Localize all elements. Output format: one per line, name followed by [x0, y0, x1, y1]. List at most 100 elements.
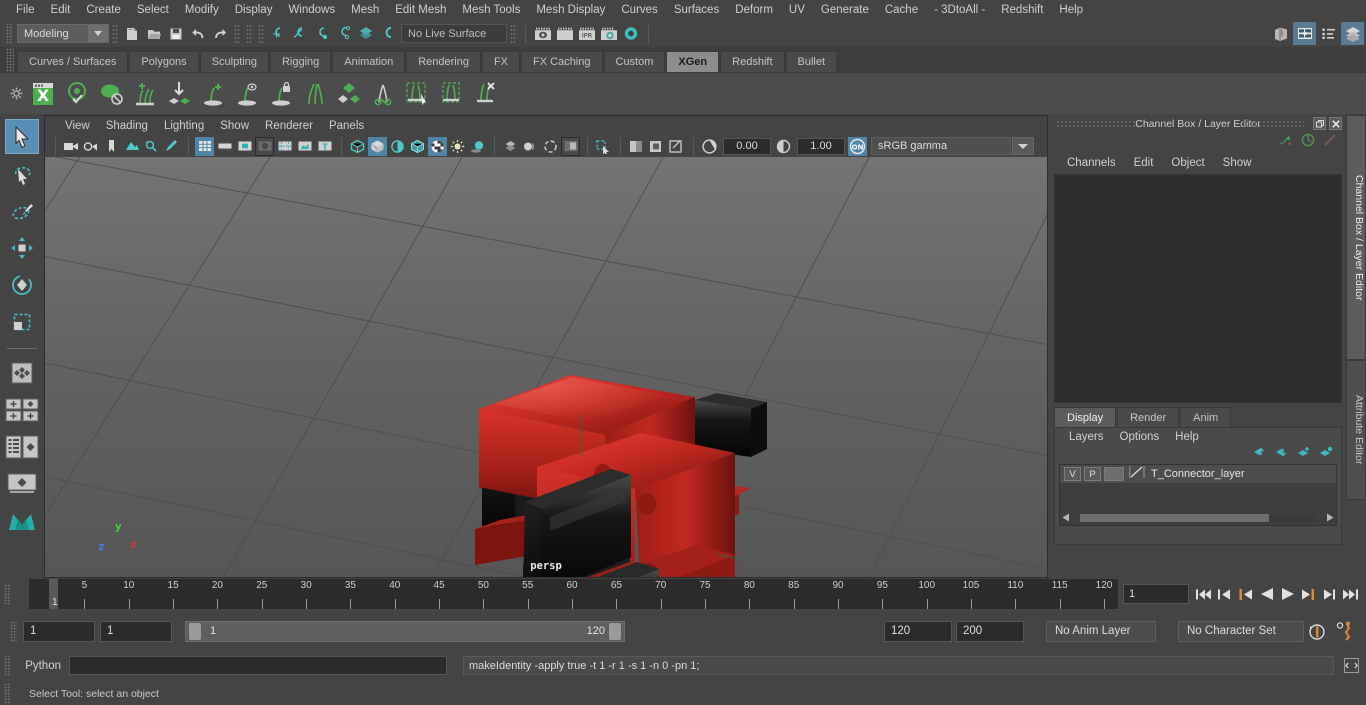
paint-select-tool[interactable] — [5, 193, 39, 228]
gamma-value[interactable]: 1.00 — [797, 137, 845, 155]
resolution-gate-icon[interactable] — [235, 137, 254, 156]
shelf-tab-curves-surfaces[interactable]: Curves / Surfaces — [17, 51, 129, 72]
channel-box-menu-channels[interactable]: Channels — [1058, 157, 1125, 169]
channel-box-menu-show[interactable]: Show — [1214, 157, 1261, 169]
layer-shading-toggle[interactable] — [1104, 467, 1124, 481]
shelf-tab-polygons[interactable]: Polygons — [129, 51, 199, 72]
menu-item-3dtoall[interactable]: - 3DtoAll - — [926, 0, 993, 20]
move-layer-up-icon[interactable] — [1252, 445, 1267, 463]
menu-item-modify[interactable]: Modify — [177, 0, 227, 20]
xray-joints-icon[interactable] — [647, 137, 666, 156]
step-forward-keyframe-icon[interactable] — [1320, 583, 1339, 605]
single-perspective-layout-icon[interactable] — [5, 466, 39, 501]
wireframe-icon[interactable] — [348, 137, 367, 156]
layer-tab-anim[interactable]: Anim — [1180, 407, 1232, 427]
move-tool[interactable] — [5, 230, 39, 265]
attribute-editor-toggle-icon[interactable] — [1317, 22, 1340, 45]
current-frame-field[interactable]: 1 — [1123, 584, 1189, 604]
select-guides-icon[interactable] — [400, 75, 434, 113]
exposure-icon[interactable] — [700, 137, 719, 156]
time-slider-grip[interactable] — [4, 583, 11, 605]
move-layer-down-icon[interactable] — [1274, 445, 1289, 463]
menu-item-mesh[interactable]: Mesh — [343, 0, 387, 20]
display-layer-row[interactable]: V P T_Connector_layer — [1060, 465, 1336, 483]
depth-of-field-icon[interactable] — [561, 136, 580, 156]
rotate-tool[interactable] — [5, 267, 39, 302]
help-line-grip[interactable] — [4, 683, 11, 704]
xray-icon[interactable] — [627, 137, 646, 156]
shelf-tab-sculpting[interactable]: Sculpting — [199, 51, 269, 72]
menu-item-file[interactable]: File — [8, 0, 43, 20]
preview-visible-icon[interactable] — [60, 75, 94, 113]
show-hide-sidebar-icon[interactable] — [1269, 22, 1292, 45]
layer-playback-toggle[interactable]: P — [1084, 467, 1101, 481]
xgen-editor-icon[interactable]: X — [26, 75, 60, 113]
select-camera-icon[interactable] — [62, 137, 81, 156]
range-start-time-field[interactable]: 1 — [100, 620, 172, 642]
motion-blur-icon[interactable] — [521, 137, 540, 156]
lock-groom-icon[interactable] — [264, 75, 298, 113]
image-plane-icon[interactable] — [122, 137, 141, 156]
vertical-tab-channel-box[interactable]: Channel Box / Layer Editor — [1346, 115, 1366, 360]
viewport-menu-view[interactable]: View — [57, 120, 98, 132]
shelf-tab-bullet[interactable]: Bullet — [785, 51, 838, 72]
menu-item-generate[interactable]: Generate — [813, 0, 877, 20]
channel-box-toggle-icon[interactable] — [1293, 22, 1316, 45]
scroll-track[interactable] — [1080, 513, 1316, 522]
safe-action-icon[interactable] — [295, 137, 314, 156]
shelf-tab-rendering[interactable]: Rendering — [406, 51, 481, 72]
snap-to-point-icon[interactable] — [311, 23, 333, 45]
outliner-layout-icon[interactable] — [5, 429, 39, 464]
color-management-field[interactable]: sRGB gamma — [871, 137, 1011, 155]
grease-pencil-icon[interactable] — [162, 137, 181, 156]
snap-to-view-plane-icon[interactable] — [355, 23, 377, 45]
exposure-value[interactable]: 0.00 — [723, 137, 771, 155]
scroll-right-icon[interactable] — [1326, 509, 1334, 527]
menu-set-selector[interactable]: Modeling — [17, 24, 109, 43]
render-view-icon[interactable] — [532, 23, 554, 45]
close-icon[interactable] — [1329, 117, 1342, 130]
select-tool[interactable] — [5, 119, 39, 154]
channel-box-content[interactable] — [1054, 174, 1342, 403]
menu-item-windows[interactable]: Windows — [280, 0, 343, 20]
auto-key-icon[interactable] — [1304, 620, 1330, 642]
hypershade-icon[interactable] — [620, 23, 642, 45]
snap-to-grid-icon[interactable] — [267, 23, 289, 45]
snap-toggle-group[interactable] — [5, 392, 39, 427]
shadows-toggle-icon[interactable] — [468, 137, 487, 156]
scroll-thumb[interactable] — [1080, 513, 1269, 522]
menu-item-deform[interactable]: Deform — [727, 0, 781, 20]
new-scene-icon[interactable] — [121, 23, 143, 45]
gamma-icon[interactable] — [774, 137, 793, 156]
two-d-pan-zoom-icon[interactable] — [142, 137, 161, 156]
save-scene-icon[interactable] — [165, 23, 187, 45]
display-layer-list[interactable]: V P T_Connector_layer — [1059, 464, 1337, 526]
viewport-menu-lighting[interactable]: Lighting — [156, 120, 212, 132]
status-line-grip[interactable] — [6, 23, 13, 44]
time-slider[interactable]: 1 5 10 15 20 25 30 35 40 45 50 55 60 65 70 75 80 85 90 95 1… — [29, 579, 1118, 609]
shelf-tab-custom[interactable]: Custom — [603, 51, 666, 72]
vertical-tab-attribute-editor[interactable]: Attribute Editor — [1346, 360, 1366, 500]
texture-toggle-icon[interactable] — [428, 136, 447, 156]
shelf-grip[interactable] — [6, 48, 14, 72]
layer-list-scrollbar[interactable] — [1062, 512, 1334, 523]
eye-groom-icon[interactable] — [230, 75, 264, 113]
add-groom-icon[interactable] — [196, 75, 230, 113]
layer-name[interactable]: T_Connector_layer — [1151, 468, 1245, 480]
render-settings-icon[interactable] — [598, 23, 620, 45]
safe-title-icon[interactable]: T — [315, 137, 334, 156]
lasso-select-tool[interactable] — [5, 156, 39, 191]
last-tool-used[interactable] — [5, 355, 39, 390]
multisample-aa-icon[interactable] — [541, 137, 560, 156]
menu-item-mesh-tools[interactable]: Mesh Tools — [454, 0, 528, 20]
delete-guides-icon[interactable] — [468, 75, 502, 113]
undo-icon[interactable] — [187, 23, 209, 45]
range-slider-grip[interactable] — [10, 620, 17, 642]
camera-attributes-icon[interactable] — [82, 137, 101, 156]
character-set-chevron-down-icon[interactable] — [1156, 620, 1178, 642]
menu-item-cache[interactable]: Cache — [877, 0, 926, 20]
menu-item-uv[interactable]: UV — [781, 0, 813, 20]
animation-preferences-icon[interactable] — [1330, 620, 1360, 642]
layer-tab-render[interactable]: Render — [1117, 407, 1180, 427]
anim-start-time-field[interactable]: 1 — [23, 620, 95, 642]
